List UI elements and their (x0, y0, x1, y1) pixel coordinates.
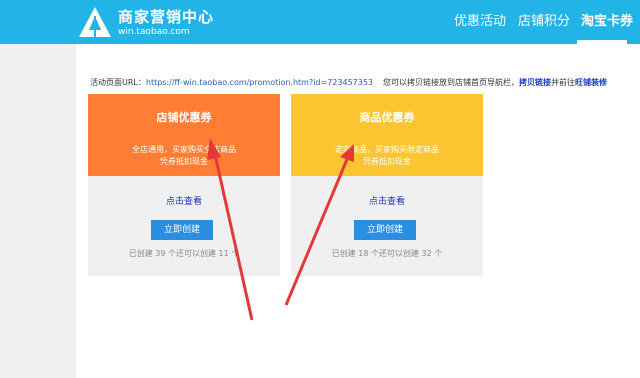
nav-tab-shop-points[interactable]: 店铺积分 (518, 0, 570, 44)
card-description-line: 凭券抵扣现金 (160, 157, 208, 166)
main-content: 活动页面URL：https://ff-win.taobao.com/promot… (76, 44, 640, 378)
create-now-button[interactable]: 立即创建 (354, 220, 416, 240)
activity-url-line: 活动页面URL：https://ff-win.taobao.com/promot… (90, 77, 607, 88)
card-header: 商品优惠券 定向商品，买家购买限定商品 凭券抵扣现金 (291, 94, 483, 176)
activity-url-link[interactable]: https://ff-win.taobao.com/promotion.htm?… (146, 78, 373, 87)
shop-coupon-card: 店铺优惠券 全店通用，买家购买全店商品 凭券抵扣现金 点击查看 立即创建 已创建… (88, 94, 280, 276)
url-label: 活动页面URL： (90, 78, 146, 87)
nav-tab-taobao-coupons[interactable]: 淘宝卡券 (581, 0, 633, 44)
view-link[interactable]: 点击查看 (291, 194, 483, 207)
card-description: 全店通用，买家购买全店商品 凭券抵扣现金 (88, 144, 280, 168)
taobao-logo-icon (79, 7, 111, 37)
copy-link[interactable]: 拷贝链接 (519, 78, 551, 87)
card-description-line: 凭券抵扣现金 (363, 157, 411, 166)
card-title: 商品优惠券 (359, 111, 415, 124)
product-coupon-card: 商品优惠券 定向商品，买家购买限定商品 凭券抵扣现金 点击查看 立即创建 已创建… (291, 94, 483, 276)
brand-title: 商家营销中心 (118, 8, 215, 26)
url-hint-mid: 并前往 (551, 78, 576, 87)
created-count: 已创建 39 个还可以创建 11 个 (128, 249, 240, 258)
card-description-line: 全店通用，买家购买全店商品 (132, 145, 236, 154)
shop-decoration-link[interactable]: 旺铺装修 (575, 78, 607, 87)
top-navigation-bar: 商家营销中心 win.taobao.com 优惠活动 店铺积分 淘宝卡券 (0, 0, 640, 44)
card-header: 店铺优惠券 全店通用，买家购买全店商品 凭券抵扣现金 (88, 94, 280, 176)
card-description-line: 定向商品，买家购买限定商品 (335, 145, 439, 154)
view-link[interactable]: 点击查看 (88, 194, 280, 207)
created-count: 已创建 18 个还可以创建 32 个 (331, 249, 443, 258)
brand-subtitle: win.taobao.com (118, 27, 190, 37)
card-description: 定向商品，买家购买限定商品 凭券抵扣现金 (291, 144, 483, 168)
nav-tab-promotions[interactable]: 优惠活动 (454, 0, 506, 44)
card-title: 店铺优惠券 (156, 111, 212, 124)
create-now-button[interactable]: 立即创建 (151, 220, 213, 240)
url-hint: 您可以拷贝链接放到店铺首页导航栏， (383, 78, 520, 87)
